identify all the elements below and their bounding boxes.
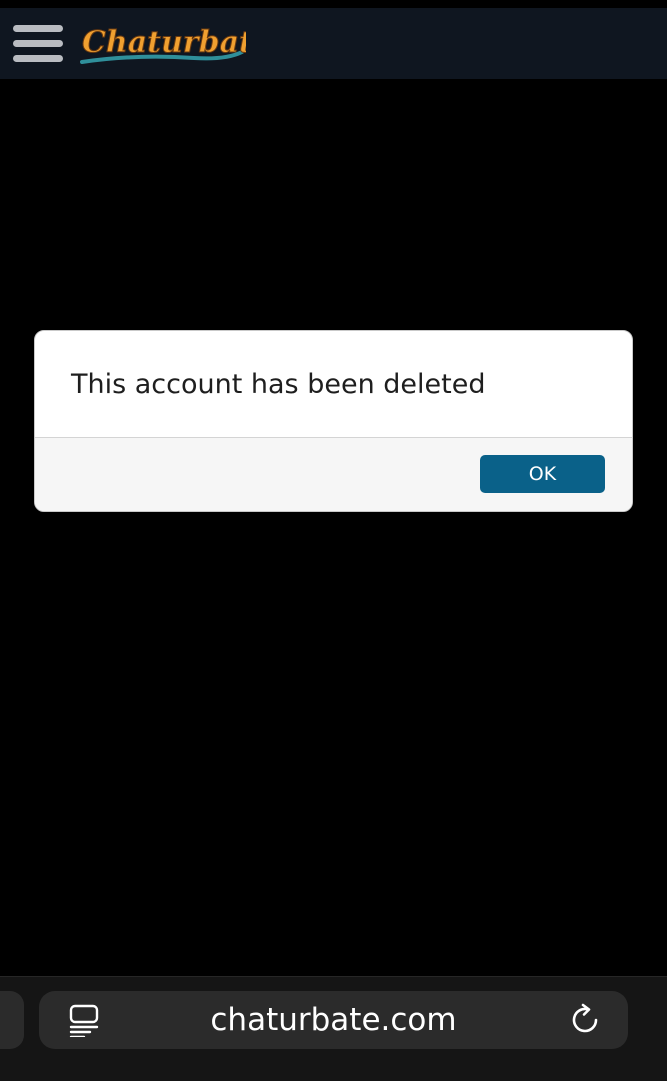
browser-bottom-bar: chaturbate.com (0, 976, 667, 1081)
alert-dialog: This account has been deleted OK (34, 330, 633, 512)
url-text: chaturbate.com (210, 1002, 457, 1038)
page-body (0, 79, 667, 976)
site-logo[interactable]: Chaturbate (76, 16, 246, 74)
reload-icon[interactable] (569, 1003, 603, 1037)
dialog-footer: OK (35, 437, 632, 511)
logo-wordmark: Chaturbate (80, 25, 246, 64)
logo-text: Chaturbate (82, 25, 246, 60)
hamburger-menu-icon[interactable] (13, 25, 63, 63)
status-strip (0, 0, 667, 8)
ok-button[interactable]: OK (480, 455, 605, 493)
previous-tab[interactable] (0, 991, 24, 1049)
site-header: Chaturbate (0, 8, 667, 79)
dialog-message: This account has been deleted (71, 369, 486, 400)
address-bar[interactable]: chaturbate.com (39, 991, 628, 1049)
